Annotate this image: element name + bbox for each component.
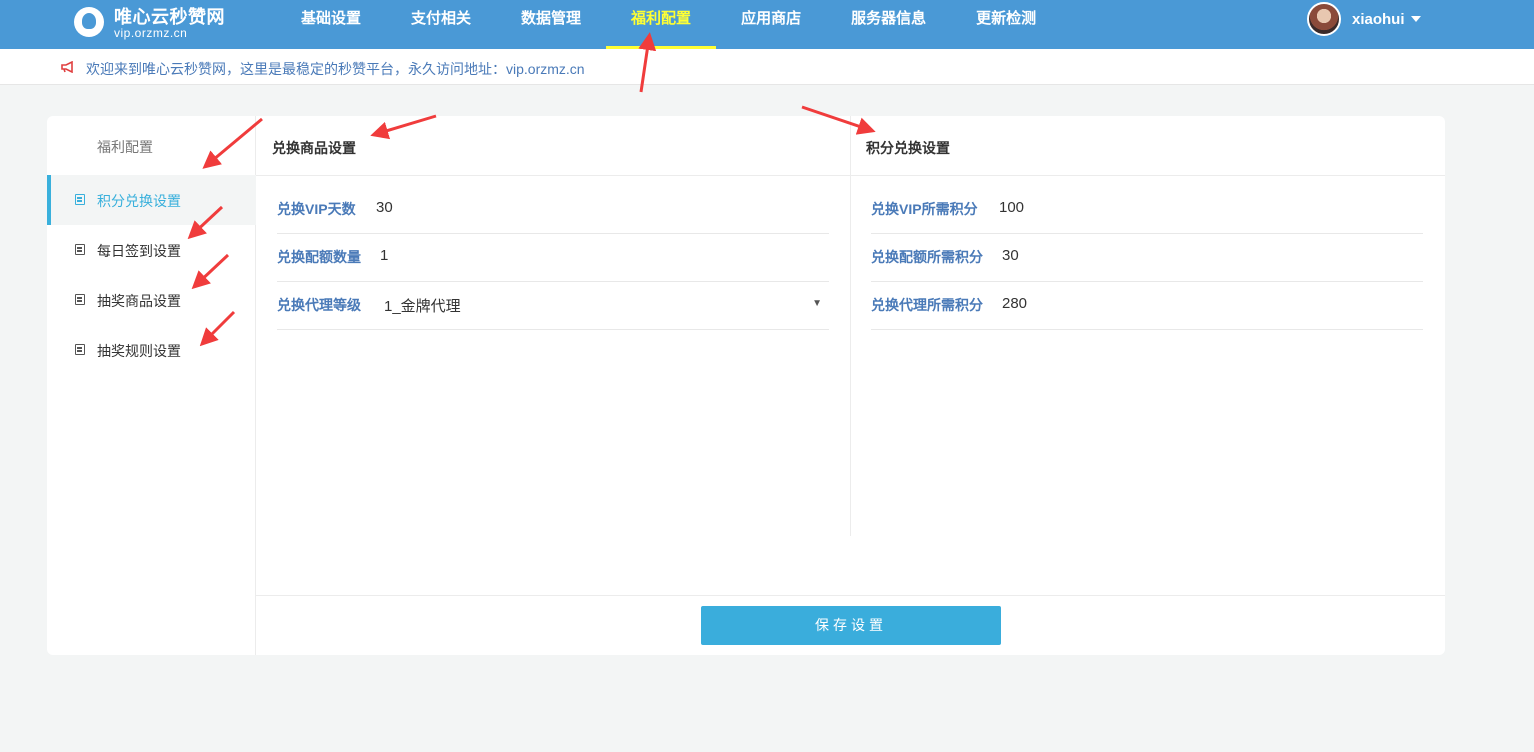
nav-item-basic-settings[interactable]: 基础设置 [276,0,386,49]
field-label: 兑换代理所需积分 [871,297,983,313]
sidebar-item-daily-signin[interactable]: 每日签到设置 [47,225,256,275]
nav-item-update-check[interactable]: 更新检测 [951,0,1061,49]
field-label: 兑换VIP所需积分 [871,201,978,217]
sidebar-item-label: 抽奖规则设置 [97,343,181,359]
document-icon [75,294,85,305]
nav-item-data-management[interactable]: 数据管理 [496,0,606,49]
sidebar-item-lottery-rules[interactable]: 抽奖规则设置 [47,325,256,375]
form-row-vip-days: 兑换VIP天数 [277,186,829,234]
save-button[interactable]: 保存设置 [701,606,1001,645]
vip-points-input[interactable] [999,199,1159,216]
main-nav: 基础设置 支付相关 数据管理 福利配置 应用商店 服务器信息 更新检测 [276,0,1061,49]
top-navbar: 唯心云秒赞网 vip.orzmz.cn 基础设置 支付相关 数据管理 福利配置 … [0,0,1534,49]
quota-amount-input[interactable] [380,247,540,264]
sidebar-item-points-exchange[interactable]: 积分兑换设置 [47,175,256,225]
megaphone-icon [61,61,73,73]
user-menu[interactable]: xiaohui [1307,1,1421,37]
field-label: 兑换代理等级 [277,297,361,313]
sidebar-item-label: 每日签到设置 [97,243,181,259]
sidebar-heading: 福利配置 [97,139,153,155]
form-row-quota-points: 兑换配额所需积分 [871,234,1423,282]
vip-days-input[interactable] [376,199,536,216]
form-row-vip-points: 兑换VIP所需积分 [871,186,1423,234]
agent-points-input[interactable] [1002,295,1162,312]
settings-sidebar: 福利配置 积分兑换设置 每日签到设置 抽奖商品设置 抽奖规则设置 [47,116,256,655]
site-url: vip.orzmz.cn [114,26,188,40]
notice-bar: 欢迎来到唯心云秒赞网，这里是最稳定的秒赞平台，永久访问地址：vip.orzmz.… [0,49,1534,85]
form-row-quota-amount: 兑换配额数量 [277,234,829,282]
agent-level-value[interactable]: 1_金牌代理 [384,295,544,316]
field-label: 兑换VIP天数 [277,201,356,217]
sidebar-item-label: 积分兑换设置 [97,193,181,209]
left-panel-title: 兑换商品设置 [272,140,356,156]
agent-level-select[interactable]: 兑换代理等级 1_金牌代理 ▼ [277,282,829,330]
divider [256,595,1445,596]
avatar[interactable] [1307,2,1341,36]
form-row-agent-points: 兑换代理所需积分 [871,282,1423,330]
document-icon [75,244,85,255]
notice-text: 欢迎来到唯心云秒赞网，这里是最稳定的秒赞平台，永久访问地址：vip.orzmz.… [86,61,585,77]
divider [850,116,851,536]
dropdown-arrow-icon[interactable]: ▼ [812,298,822,309]
document-icon [75,344,85,355]
chevron-down-icon[interactable] [1410,16,1421,22]
right-panel-title: 积分兑换设置 [866,140,950,156]
settings-card: 福利配置 积分兑换设置 每日签到设置 抽奖商品设置 抽奖规则设置 兑换商品设置 … [47,116,1445,655]
nav-item-welfare-config[interactable]: 福利配置 [606,0,717,49]
field-label: 兑换配额数量 [277,249,361,265]
nav-item-payment[interactable]: 支付相关 [386,0,496,49]
nav-item-server-info[interactable]: 服务器信息 [826,0,951,49]
field-label: 兑换配额所需积分 [871,249,983,265]
nav-item-app-store[interactable]: 应用商店 [716,0,826,49]
quota-points-input[interactable] [1002,247,1162,264]
logo-icon[interactable] [74,7,104,37]
document-icon [75,194,85,205]
username[interactable]: xiaohui [1352,11,1405,28]
sidebar-item-label: 抽奖商品设置 [97,293,181,309]
sidebar-item-lottery-items[interactable]: 抽奖商品设置 [47,275,256,325]
